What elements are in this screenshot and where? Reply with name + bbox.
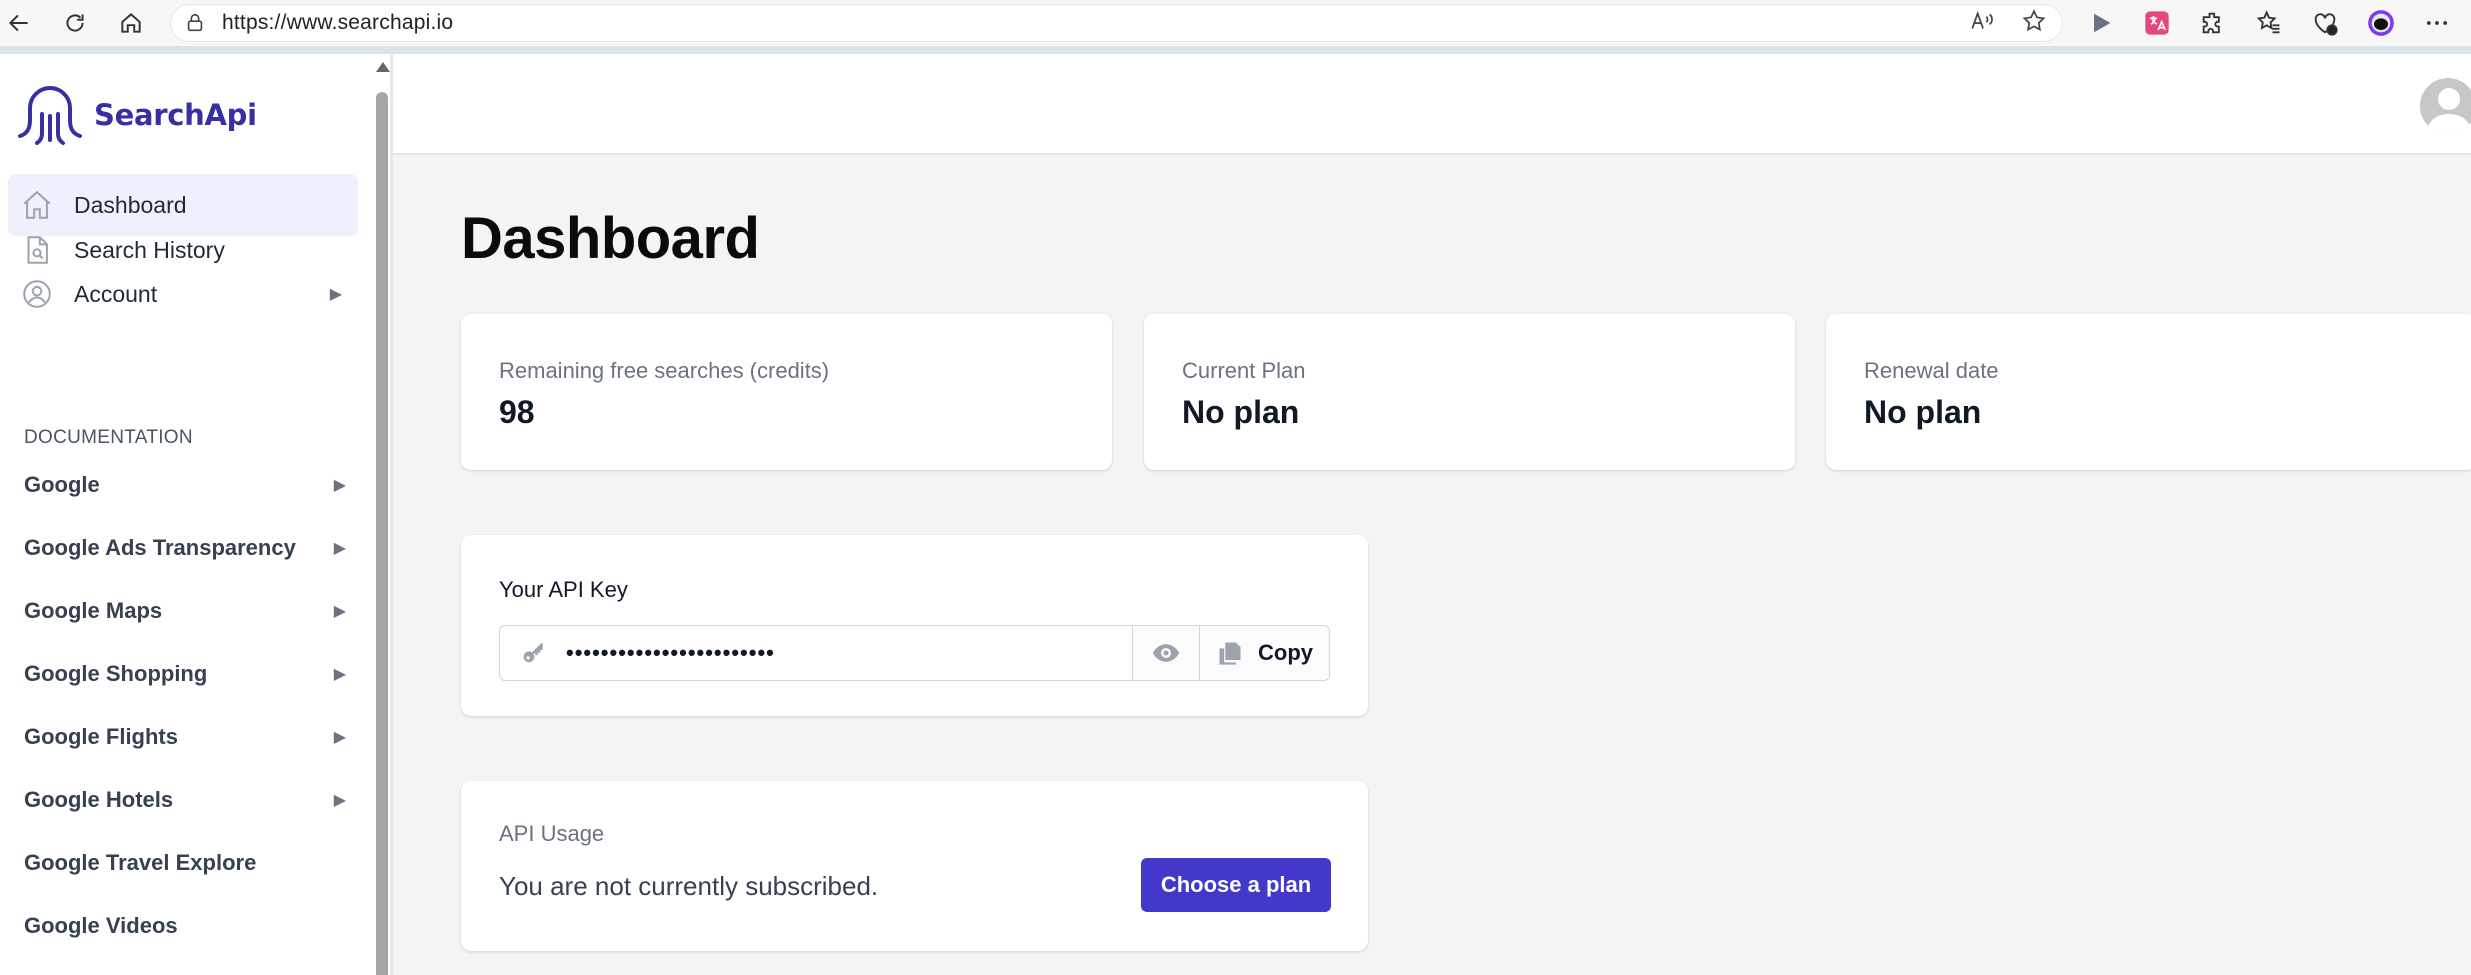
lock-icon[interactable] [184, 12, 206, 34]
top-header [393, 54, 2471, 155]
home-icon [20, 188, 54, 222]
scroll-up-arrow-icon[interactable] [376, 62, 390, 72]
eye-icon [1152, 644, 1180, 662]
expand-arrow-icon[interactable]: ▶ [334, 601, 346, 621]
doc-item-google-flights[interactable]: Google Flights ▶ [24, 717, 354, 757]
doc-item-google-maps[interactable]: Google Maps ▶ [24, 591, 354, 631]
favorites-collection-icon[interactable] [2252, 6, 2286, 40]
doc-item-label: Google Videos [24, 913, 178, 938]
api-usage-card: API Usage You are not currently subscrib… [461, 781, 1368, 951]
translate-extension-icon[interactable] [2140, 6, 2174, 40]
address-bar[interactable]: https://www.searchapi.io [170, 4, 2063, 42]
current-plan-label: Current Plan [1182, 358, 1306, 383]
doc-item-google-ads-transparency[interactable]: Google Ads Transparency ▶ [24, 528, 354, 568]
credits-card: Remaining free searches (credits) 98 [461, 314, 1112, 470]
subscription-status-text: You are not currently subscribed. [499, 871, 879, 901]
favorite-star-icon[interactable] [2021, 8, 2047, 39]
octopus-logo-icon [18, 86, 82, 145]
sidebar-scrollbar[interactable] [374, 54, 390, 975]
doc-item-label: Google Travel Explore [24, 850, 257, 875]
key-icon [523, 643, 543, 663]
api-usage-label: API Usage [499, 821, 605, 846]
api-key-card: Your API Key •••••••••••••••••••••••• Co… [461, 535, 1368, 716]
scrollbar-thumb[interactable] [376, 92, 388, 975]
credits-label: Remaining free searches (credits) [499, 358, 830, 383]
renewal-date-card: Renewal date No plan [1826, 314, 2471, 470]
current-plan-card: Current Plan No plan [1144, 314, 1795, 470]
extensions-puzzle-icon[interactable] [2196, 6, 2230, 40]
api-key-input-group: •••••••••••••••••••••••• Copy [499, 625, 1330, 681]
sidebar-item-account[interactable]: Account ▶ [8, 263, 358, 325]
credits-value: 98 [499, 394, 535, 430]
api-key-field[interactable]: •••••••••••••••••••••••• [500, 626, 1133, 680]
doc-item-label: Google Ads Transparency [24, 535, 296, 560]
current-plan-value: No plan [1182, 394, 1300, 430]
doc-item-google-travel-explore[interactable]: Google Travel Explore [24, 843, 354, 883]
document-search-icon [20, 233, 54, 267]
expand-arrow-icon[interactable]: ▶ [334, 538, 346, 558]
expand-arrow-icon[interactable]: ▶ [334, 475, 346, 495]
profile-avatar-icon[interactable] [2364, 6, 2398, 40]
sidebar-item-label: Dashboard [74, 191, 187, 218]
doc-item-label: Google Hotels [24, 787, 174, 812]
renewal-date-label: Renewal date [1864, 358, 1999, 383]
doc-item-google-hotels[interactable]: Google Hotels ▶ [24, 780, 354, 820]
api-key-masked-value: •••••••••••••••••••••••• [566, 640, 775, 665]
documentation-heading: DOCUMENTATION [24, 427, 193, 448]
renewal-date-value: No plan [1864, 394, 1982, 430]
play-extension-icon[interactable] [2084, 6, 2118, 40]
read-aloud-icon[interactable] [1969, 8, 1995, 39]
copy-label: Copy [1258, 640, 1313, 665]
doc-item-google-shopping[interactable]: Google Shopping ▶ [24, 654, 354, 694]
expand-arrow-icon[interactable]: ▶ [334, 790, 346, 810]
doc-item-label: Google Shopping [24, 661, 208, 686]
doc-item-label: Google Maps [24, 598, 163, 623]
sidebar: SearchApi Dashboard Search History Accou… [0, 54, 374, 975]
brand-name: SearchApi [94, 98, 257, 132]
choose-plan-button[interactable]: Choose a plan [1141, 858, 1331, 912]
show-api-key-button[interactable] [1133, 626, 1200, 680]
more-menu-icon[interactable] [2420, 6, 2454, 40]
sidebar-divider [390, 54, 393, 975]
clipboard-copy-icon [1219, 642, 1241, 665]
url-text[interactable]: https://www.searchapi.io [222, 11, 453, 35]
page-title: Dashboard [461, 206, 760, 271]
doc-item-google[interactable]: Google ▶ [24, 465, 354, 505]
copy-api-key-button[interactable]: Copy [1200, 626, 1329, 680]
refresh-icon[interactable] [52, 0, 98, 46]
user-avatar[interactable] [2420, 78, 2471, 134]
doc-item-label: Google Flights [24, 724, 178, 749]
back-icon[interactable] [0, 0, 42, 46]
expand-arrow-icon[interactable]: ▶ [330, 284, 342, 304]
logo[interactable]: SearchApi [16, 84, 257, 146]
sidebar-item-label: Search History [74, 236, 225, 263]
browser-toolbar: https://www.searchapi.io [0, 0, 2471, 54]
doc-item-label: Google [24, 472, 100, 497]
user-circle-icon [20, 277, 54, 311]
browser-essentials-icon[interactable] [2308, 6, 2342, 40]
api-key-label: Your API Key [499, 577, 628, 602]
doc-item-google-videos[interactable]: Google Videos [24, 906, 354, 946]
expand-arrow-icon[interactable]: ▶ [334, 664, 346, 684]
sidebar-item-label: Account [74, 280, 158, 307]
home-icon[interactable] [108, 0, 154, 46]
expand-arrow-icon[interactable]: ▶ [334, 727, 346, 747]
